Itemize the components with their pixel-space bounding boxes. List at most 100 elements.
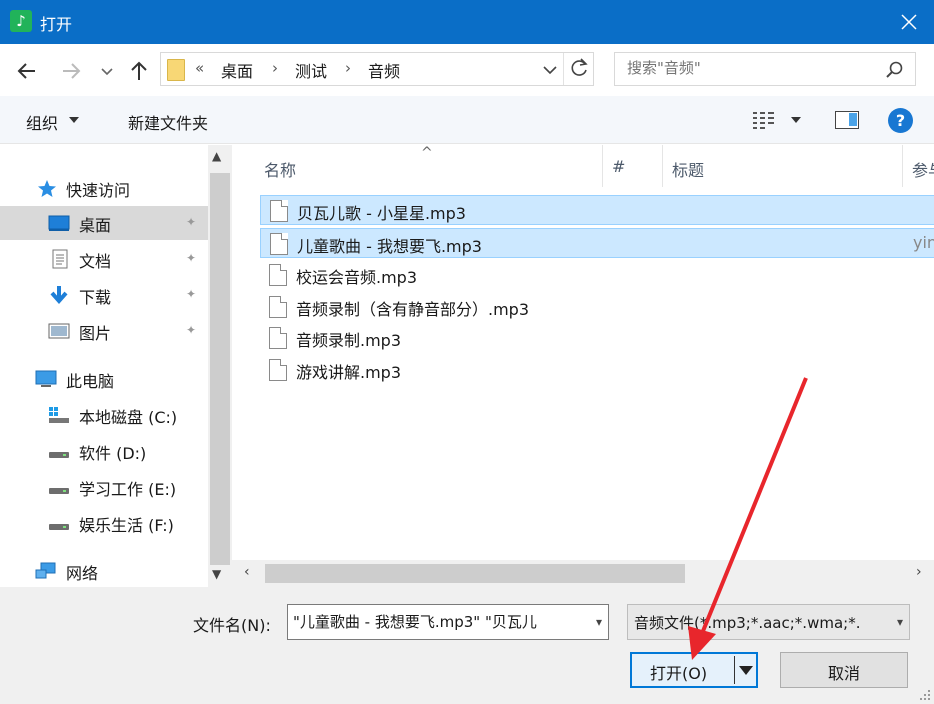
column-divider[interactable] [602, 145, 603, 187]
title-bar: ♪ 打开 [0, 0, 934, 44]
sidebar-item-desktop[interactable]: 桌面 ✦ [0, 206, 208, 240]
sidebar-item-drive-e[interactable]: 学习工作 (E:) [0, 470, 208, 504]
file-row[interactable]: 音频录制（含有静音部分）.mp3 [260, 292, 934, 322]
search-icon[interactable] [885, 60, 905, 80]
scroll-down-arrow[interactable]: ▼ [212, 567, 221, 581]
sidebar-item-downloads[interactable]: 下载 ✦ [0, 278, 208, 312]
music-note-icon: ♪ [10, 10, 32, 32]
sidebar-item-label: 娱乐生活 (F:) [79, 516, 174, 535]
address-dropdown-button[interactable] [539, 59, 561, 81]
new-folder-button[interactable]: 新建文件夹 [128, 110, 208, 134]
file-name: 音频录制.mp3 [296, 331, 402, 350]
column-header-number[interactable]: # [612, 157, 625, 176]
file-name: 校运会音频.mp3 [296, 268, 418, 287]
sidebar-item-drive-c[interactable]: 本地磁盘 (C:) [0, 398, 208, 432]
recent-locations-button[interactable] [98, 58, 116, 84]
file-row[interactable]: 贝瓦儿歌 - 小星星.mp3 [260, 195, 934, 225]
organize-button[interactable]: 组织 [26, 110, 58, 134]
dialog-footer: 文件名(N): ▾ 音频文件(*.mp3;*.aac;*.wma;*. ▾ 打开… [0, 587, 934, 704]
search-box[interactable] [614, 52, 916, 86]
sidebar-item-label: 网络 [66, 564, 99, 583]
refresh-button[interactable] [563, 53, 594, 85]
sidebar-item-label: 图片 [79, 324, 112, 343]
preview-pane-icon[interactable] [835, 111, 859, 129]
view-options-button[interactable] [791, 117, 801, 123]
open-button-label: 打开(O) [650, 664, 708, 683]
column-divider[interactable] [662, 145, 663, 187]
filetype-select[interactable]: 音频文件(*.mp3;*.aac;*.wma;*. ▾ [627, 604, 910, 640]
sidebar-item-label: 学习工作 (E:) [79, 480, 177, 499]
horizontal-scrollbar-thumb[interactable] [265, 564, 685, 583]
close-button[interactable] [884, 0, 934, 44]
file-icon [269, 296, 287, 318]
back-button[interactable] [14, 58, 40, 84]
column-header-artist[interactable]: 参与 [912, 157, 934, 181]
breadcrumb-item-test[interactable]: 测试 [295, 58, 327, 82]
sidebar-item-this-pc[interactable]: 此电脑 [0, 362, 208, 396]
column-header-title[interactable]: 标题 [672, 157, 704, 181]
file-name: 贝瓦儿歌 - 小星星.mp3 [297, 204, 466, 223]
view-details-icon[interactable] [752, 110, 776, 130]
file-icon [270, 200, 288, 222]
resize-grip-icon[interactable] [918, 688, 932, 702]
breadcrumb-item-audio[interactable]: 音频 [368, 58, 400, 82]
download-icon [50, 286, 68, 305]
sidebar-item-network[interactable]: 网络 [0, 554, 208, 587]
arrow-up-icon [131, 61, 147, 80]
scroll-right-arrow[interactable]: › [916, 564, 922, 580]
sidebar-item-drive-d[interactable]: 软件 (D:) [0, 434, 208, 468]
up-button[interactable] [126, 58, 152, 84]
sidebar-scrollbar-thumb[interactable] [210, 173, 230, 565]
filename-input[interactable] [293, 612, 583, 630]
system-drive-icon [49, 407, 69, 423]
open-button[interactable]: 打开(O) [630, 652, 758, 688]
column-divider[interactable] [902, 145, 903, 187]
scroll-left-arrow[interactable]: ‹ [244, 564, 250, 580]
file-row[interactable]: 校运会音频.mp3 [260, 260, 934, 290]
horizontal-scrollbar[interactable]: ‹ › [232, 560, 934, 587]
filename-combobox[interactable]: ▾ [287, 604, 609, 640]
caret-down-icon[interactable] [69, 117, 79, 123]
address-bar[interactable]: « 桌面 › 测试 › 音频 [160, 52, 594, 86]
refresh-icon [571, 58, 588, 76]
sidebar-item-label: 软件 (D:) [79, 444, 147, 463]
file-name: 音频录制（含有静音部分）.mp3 [296, 300, 530, 319]
open-options-arrow[interactable] [739, 666, 753, 675]
help-icon[interactable]: ? [888, 108, 913, 133]
pin-icon: ✦ [186, 215, 197, 229]
sidebar-item-pictures[interactable]: 图片 ✦ [0, 314, 208, 348]
scroll-up-arrow[interactable]: ▲ [212, 149, 221, 163]
sidebar-item-drive-f[interactable]: 娱乐生活 (F:) [0, 506, 208, 540]
sidebar-item-label: 快速访问 [66, 181, 131, 200]
computer-icon [35, 370, 57, 387]
file-icon [270, 233, 288, 255]
forward-button[interactable] [58, 58, 84, 84]
sidebar-item-label: 桌面 [79, 216, 112, 235]
sidebar-item-label: 文档 [79, 252, 112, 271]
file-row[interactable]: 儿童歌曲 - 我想要飞.mp3 yin [260, 228, 934, 258]
split-divider [734, 656, 735, 684]
column-header-name[interactable]: 名称 [264, 157, 296, 181]
file-artist: yin [913, 233, 934, 252]
breadcrumb-separator[interactable]: › [272, 59, 278, 77]
breadcrumb-overflow[interactable]: « [195, 59, 204, 77]
file-row[interactable]: 游戏讲解.mp3 [260, 355, 934, 385]
breadcrumb-item-desktop[interactable]: 桌面 [221, 58, 253, 82]
sidebar-item-quick-access[interactable]: 快速访问 [0, 171, 208, 205]
arrow-left-icon [17, 63, 35, 79]
sidebar-item-documents[interactable]: 文档 ✦ [0, 242, 208, 276]
file-name: 游戏讲解.mp3 [296, 363, 402, 382]
drive-icon [49, 524, 69, 530]
breadcrumb-separator[interactable]: › [345, 59, 351, 77]
drive-icon [49, 452, 69, 458]
file-list: ^ 名称 # 标题 参与 贝瓦儿歌 - 小星星.mp3 儿童歌曲 - 我想要飞.… [232, 145, 934, 560]
chevron-down-icon[interactable]: ▾ [897, 615, 903, 629]
search-input[interactable] [627, 59, 877, 77]
pictures-icon [48, 323, 70, 339]
file-row[interactable]: 音频录制.mp3 [260, 323, 934, 353]
cancel-button-label: 取消 [827, 664, 860, 683]
cancel-button[interactable]: 取消 [780, 652, 908, 688]
chevron-down-icon[interactable]: ▾ [596, 615, 602, 629]
file-name: 儿童歌曲 - 我想要飞.mp3 [297, 237, 482, 256]
sidebar-item-label: 下载 [79, 288, 112, 307]
